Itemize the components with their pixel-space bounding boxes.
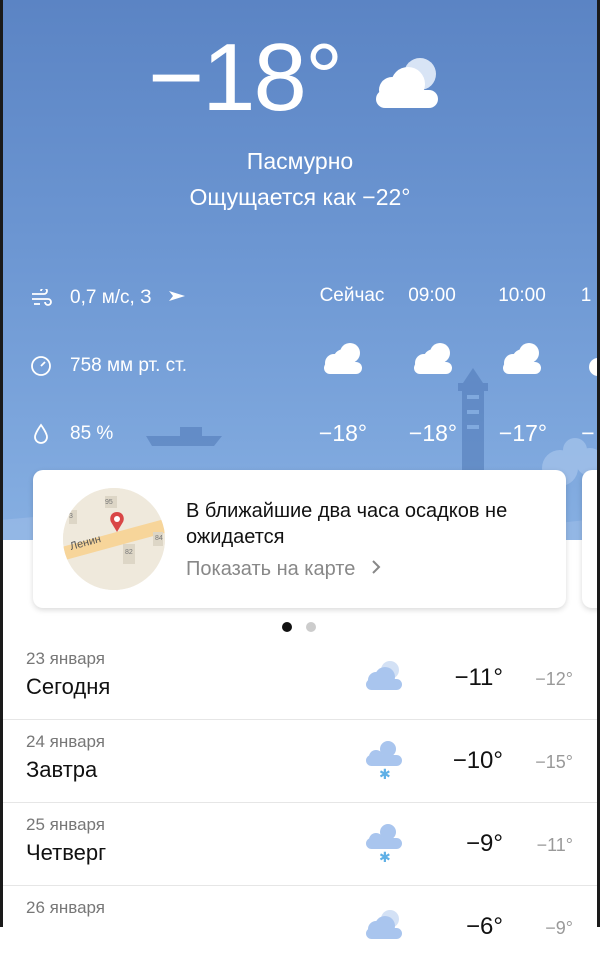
humidity-value: 85 % [70,423,114,444]
cloudy-icon [324,343,362,374]
snow-icon: ✱ [366,741,402,781]
forecast-day-row[interactable]: 24 января Завтра ✱ −10° −15° [0,719,600,803]
forecast-high: −10° [452,747,503,774]
chevron-right-icon [371,558,381,581]
svg-text:✱: ✱ [379,767,391,781]
wind-icon [30,287,52,309]
cloudy-icon [414,343,452,374]
forecast-date: 25 января [26,815,105,834]
hour-temp: −18° [318,420,368,446]
current-weather-panel: −18° Пасмурно Ощущается как −22° 0,7 м/с… [0,0,600,540]
forecast-date: 26 января [26,898,105,917]
svg-text:✱: ✱ [379,850,391,864]
cloudy-icon [366,661,402,690]
forecast-day-row[interactable]: 25 января Четверг ✱ −9° −11° [0,802,600,886]
map-house-number: 95 [105,499,113,506]
forecast-high: −6° [466,913,503,940]
map-house-number: 84 [155,535,163,542]
hour-label: 1 [580,285,592,306]
show-on-map-link[interactable]: Показать на карте [186,558,381,581]
droplet-icon [30,423,52,445]
humidity-row: 85 % [30,423,113,445]
nowcast-card[interactable]: 95 3 82 84 Ленин В ближайшие два часа ос… [33,470,566,608]
device-frame-left [0,0,3,927]
map-thumbnail[interactable]: 95 3 82 84 Ленин [63,488,165,590]
forecast-day-row[interactable]: 23 января Сегодня −11° −12° [0,636,600,720]
map-preview: 95 3 82 84 Ленин [63,488,165,590]
hour-temp: − [581,420,595,446]
map-house-number: 82 [125,549,133,556]
show-on-map-label: Показать на карте [186,558,356,580]
boat-decoration [146,427,222,446]
nowcast-message: В ближайшие два часа осадков не ожидаетс… [186,500,508,548]
page-dot[interactable] [306,622,316,632]
forecast-high: −11° [454,664,503,691]
wind-direction-icon [168,287,186,309]
hour-temp: −18° [408,420,458,446]
wind-value: 0,7 м/с, З [70,287,152,308]
cloudy-icon [376,58,438,108]
forecast-day-name: Завтра [26,757,98,782]
wind-row: 0,7 м/с, З [30,287,186,309]
forecast-day-name: Сегодня [26,674,111,699]
hour-label: Сейчас [319,285,385,306]
map-house-number: 3 [69,513,73,520]
forecast-day-name: Четверг [26,840,107,865]
forecast-low: −15° [535,752,573,772]
feels-like-text: Ощущается как −22° [189,184,411,210]
page-dot-active[interactable] [282,622,292,632]
current-temperature: −18° [148,24,343,131]
forecast-date: 24 января [26,732,105,751]
forecast-high: −9° [466,830,503,857]
condition-text: Пасмурно [246,148,354,174]
forecast-date: 23 января [26,649,105,668]
carousel-pager [282,622,316,632]
forecast-low: −12° [535,669,573,689]
pressure-row: 758 мм рт. ст. [30,355,187,377]
pressure-value: 758 мм рт. ст. [70,355,188,376]
snow-icon: ✱ [366,824,402,864]
hour-label: 09:00 [408,285,456,306]
cloudy-icon [366,910,402,939]
cloudy-icon [503,343,541,374]
forecast-low: −9° [545,918,573,938]
gauge-icon [30,355,52,377]
forecast-low: −11° [536,835,573,855]
